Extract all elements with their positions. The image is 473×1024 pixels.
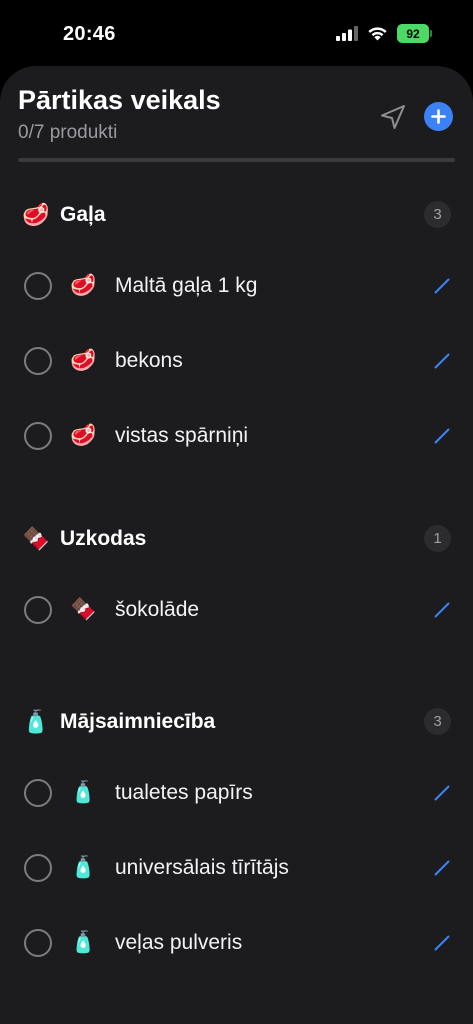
lotion-bottle-icon: 🧴 <box>70 931 97 954</box>
item-name: bekons <box>115 349 183 372</box>
item-name: tualetes papīrs <box>115 781 253 804</box>
location-button[interactable] <box>378 102 408 132</box>
item-checkbox[interactable] <box>24 854 52 882</box>
location-arrow-icon <box>381 105 405 129</box>
edit-pencil-icon[interactable] <box>432 426 452 446</box>
section-count-badge: 3 <box>424 201 451 228</box>
plus-icon <box>431 109 446 124</box>
section-title: Mājsaimniecība <box>60 710 216 733</box>
list-item[interactable]: 🥩 vistas spārniņi <box>0 398 473 473</box>
item-checkbox[interactable] <box>24 929 52 957</box>
battery-indicator: 92 <box>397 24 432 43</box>
item-checkbox[interactable] <box>24 272 52 300</box>
item-checkbox[interactable] <box>24 347 52 375</box>
progress-summary: 0/7 produkti <box>18 122 118 143</box>
battery-level: 92 <box>406 26 420 41</box>
item-name: universālais tīrītājs <box>115 856 289 879</box>
edit-pencil-icon[interactable] <box>432 783 452 803</box>
status-time: 20:46 <box>63 23 116 45</box>
lotion-bottle-icon: 🧴 <box>70 856 97 879</box>
list-item[interactable]: 🥩 bekons <box>0 323 473 398</box>
section-header-uzkodas[interactable]: 🍫 Uzkodas 1 <box>0 506 473 572</box>
meat-icon: 🥩 <box>70 274 97 297</box>
section-count-badge: 1 <box>424 525 451 552</box>
item-name: Maltā gaļa 1 kg <box>115 274 258 297</box>
lotion-bottle-icon: 🧴 <box>22 709 50 734</box>
item-name: veļas pulveris <box>115 931 243 954</box>
item-checkbox[interactable] <box>24 779 52 807</box>
list-item[interactable]: 🧴 tualetes papīrs <box>0 755 473 830</box>
edit-pencil-icon[interactable] <box>432 276 452 296</box>
edit-pencil-icon[interactable] <box>432 858 452 878</box>
list-item[interactable]: 🍫 šokolāde <box>0 572 473 647</box>
add-item-button[interactable] <box>424 102 453 131</box>
list-item[interactable]: 🧴 veļas pulveris <box>0 905 473 980</box>
wifi-icon <box>368 27 387 41</box>
item-checkbox[interactable] <box>24 422 52 450</box>
edit-pencil-icon[interactable] <box>432 351 452 371</box>
list-sheet: Pārtikas veikals 0/7 produkti 🥩 Gaļa 3 🥩… <box>0 66 473 1024</box>
section-title: Gaļa <box>60 203 106 226</box>
progress-bar <box>18 158 455 162</box>
page-title: Pārtikas veikals <box>18 85 221 115</box>
chocolate-icon: 🍫 <box>70 598 97 621</box>
meat-icon: 🥩 <box>70 424 97 447</box>
edit-pencil-icon[interactable] <box>432 933 452 953</box>
phone-screen: 20:46 92 Pārtikas veikals 0/7 produkti 🥩… <box>0 0 473 1024</box>
meat-icon: 🥩 <box>22 202 50 227</box>
list-item[interactable]: 🧴 universālais tīrītājs <box>0 830 473 905</box>
section-count-badge: 3 <box>424 708 451 735</box>
signal-icon <box>336 26 358 41</box>
item-name: šokolāde <box>115 598 200 621</box>
chocolate-icon: 🍫 <box>22 526 50 551</box>
edit-pencil-icon[interactable] <box>432 600 452 620</box>
section-title: Uzkodas <box>60 527 147 550</box>
meat-icon: 🥩 <box>70 349 97 372</box>
item-list: 🥩 Gaļa 3 🥩 Maltā gaļa 1 kg 🥩 bekons 🥩 vi… <box>0 182 473 980</box>
status-bar: 20:46 92 <box>0 0 473 66</box>
lotion-bottle-icon: 🧴 <box>70 781 97 804</box>
status-icons: 92 <box>336 24 432 43</box>
item-name: vistas spārniņi <box>115 424 249 447</box>
section-header-gala[interactable]: 🥩 Gaļa 3 <box>0 182 473 248</box>
list-item[interactable]: 🥩 Maltā gaļa 1 kg <box>0 248 473 323</box>
list-header: Pārtikas veikals 0/7 produkti <box>0 66 473 182</box>
section-header-majsaimnieciba[interactable]: 🧴 Mājsaimniecība 3 <box>0 689 473 755</box>
item-checkbox[interactable] <box>24 596 52 624</box>
